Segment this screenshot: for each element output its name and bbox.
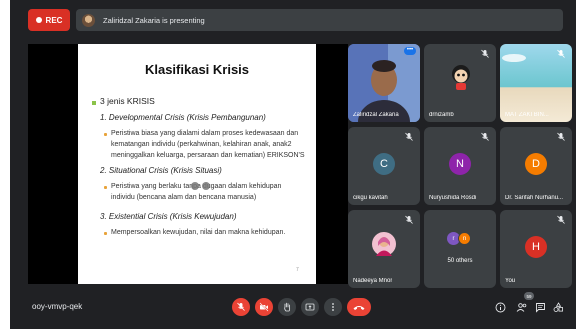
slide-line: 1. Developmental Crisis (Krisis Pembangu… [100,113,266,122]
orange-bullet-icon [104,133,107,136]
slide-line: meninggalkan keluarga, persaraan dan kem… [111,152,305,159]
participant-name: cikgu kavitah [353,195,388,201]
record-dot-icon [35,17,42,23]
present-button[interactable] [301,298,319,316]
more-options-icon[interactable]: ••• [404,47,416,55]
meeting-code: ooy-vmvp-qek [32,302,83,311]
camera-off-icon [259,302,269,312]
slide-line: Mempersoalkan kewujudan, nilai dan makna… [111,229,286,236]
slide-line: 3. Existential Crisis (Krisis Kewujudan) [100,212,237,221]
slide-line: Peristiwa biasa yang dialami dalam prose… [111,130,299,137]
chat-button[interactable] [533,300,547,314]
others-tile[interactable]: r n 50 others [424,210,496,288]
slide-line: 2. Situational Crisis (Krisis Situasi) [100,166,222,175]
slide-page-marker: 7 [296,267,299,273]
participant-name: drnizamb [429,112,454,118]
people-button[interactable] [515,300,529,314]
more-vert-icon [332,303,334,311]
participant-tile[interactable]: MAT ZAKI BIN... [500,44,572,122]
mic-off-icon [481,49,489,58]
slide-line: individu (bencana alam dan bencana manus… [111,194,257,201]
others-count: 50 others [447,258,473,264]
slide-line: 3 jenis KRISIS [100,96,155,106]
orange-bullet-icon [104,232,107,235]
self-tile[interactable]: H You [500,210,572,288]
participant-count-badge: 59 [524,292,534,300]
presentation-area[interactable]: Klasifikasi Krisis 3 jenis KRISIS 1. Dev… [28,44,348,284]
orange-bullet-icon [104,186,107,189]
mic-off-icon [405,132,413,141]
chat-icon [535,302,545,313]
participant-name: Nadeeya Mnor [353,278,393,284]
others-avatars: r n [447,232,473,246]
hand-icon [284,302,291,312]
mic-off-icon [405,215,413,224]
camera-button[interactable] [255,298,273,316]
mic-off-icon [557,132,565,141]
loading-indicator [186,176,214,196]
present-screen-icon [305,303,315,311]
mic-off-icon [557,215,565,224]
participant-tile[interactable]: drnizamb [424,44,496,122]
participant-name: You [505,278,516,284]
people-icon [516,302,527,312]
profile-photo-avatar [372,232,396,256]
recording-badge: REC [28,9,70,31]
participant-tile[interactable]: ••• Zaliridzal Zakaria [348,44,420,122]
presenter-avatar [82,13,95,27]
raise-hand-button[interactable] [278,298,296,316]
participant-name: Dr. Sarifah Nurhanu... [505,195,564,201]
green-bullet-icon [92,101,96,105]
participant-avatar: D [525,153,547,175]
others-avatar: n [458,232,471,245]
leave-call-button[interactable] [347,298,371,316]
participant-avatar: N [449,153,471,175]
mic-off-icon [481,132,489,141]
participant-tile[interactable]: D Dr. Sarifah Nurhanu... [500,127,572,205]
presenting-text: Zaliridzal Zakaria is presenting [103,15,205,25]
slide-title: Klasifikasi Krisis [144,62,250,77]
more-options-button[interactable] [324,298,342,316]
end-call-icon [353,306,365,310]
slide-line: kematangan individu (perkahwinan, kelahi… [111,141,292,148]
mic-off-icon [557,49,565,58]
participant-avatar: H [525,236,547,258]
info-icon [495,302,505,312]
participant-tile[interactable]: N Nuryushida Rosdi [424,127,496,205]
presenter-video [348,44,420,122]
participant-name: Nuryushida Rosdi [429,195,477,201]
meet-window: REC Zaliridzal Zakaria is presenting Kla… [10,0,576,329]
participant-name: MAT ZAKI BIN... [505,112,549,118]
presenting-banner: Zaliridzal Zakaria is presenting [76,9,563,31]
meeting-details-button[interactable] [493,300,507,314]
participant-tile[interactable]: C cikgu kavitah [348,127,420,205]
shapes-icon [553,301,563,312]
recording-label: REC [45,15,63,25]
cartoon-avatar [452,65,470,90]
participant-avatar: C [373,153,395,175]
microphone-button[interactable] [232,298,250,316]
activities-button[interactable] [551,300,565,314]
presentation-slide: Klasifikasi Krisis 3 jenis KRISIS 1. Dev… [78,44,316,284]
participant-name: Zaliridzal Zakaria [353,112,399,118]
participant-tile[interactable]: Nadeeya Mnor [348,210,420,288]
mic-off-icon [237,302,245,311]
